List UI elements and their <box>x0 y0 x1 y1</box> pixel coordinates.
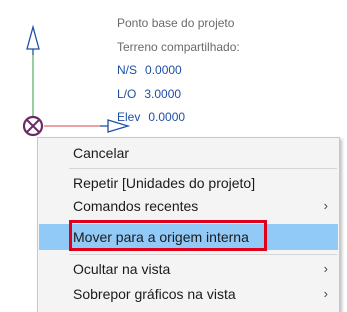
info-subtitle: Terreno compartilhado: <box>117 39 240 54</box>
context-menu: Cancelar Repetir [Unidades do projeto] C… <box>37 137 340 312</box>
coord-ns-label: N/S <box>117 63 138 77</box>
menu-item-label: Cancelar <box>73 145 130 161</box>
info-title: Ponto base do projeto <box>117 16 235 30</box>
submenu-chevron-icon: › <box>323 198 328 213</box>
menu-item-recent-commands[interactable]: Comandos recentes › <box>39 193 338 219</box>
menu-separator <box>69 254 337 255</box>
coord-elev-value[interactable]: 0.0000 <box>148 106 185 130</box>
menu-item-cancel[interactable]: Cancelar <box>39 140 338 166</box>
coord-elev-label: Elev <box>117 110 141 124</box>
menu-item-label: Ocultar na vista <box>73 261 171 277</box>
menu-item-hide-in-view[interactable]: Ocultar na vista › <box>39 256 338 282</box>
coord-lo: L/O 3.0000 <box>117 83 240 107</box>
menu-item-move-to-internal-origin[interactable]: Mover para a origem interna <box>39 224 338 250</box>
menu-item-label: Sobrepor gráficos na vista <box>73 286 236 302</box>
coord-ns-value[interactable]: 0.0000 <box>145 59 182 83</box>
base-point-icon[interactable] <box>22 115 44 137</box>
menu-item-label: Comandos recentes <box>73 198 199 214</box>
menu-item-label: Repetir [Unidades do projeto] <box>73 175 256 191</box>
coord-ns: N/S 0.0000 <box>117 59 240 83</box>
coord-lo-label: L/O <box>117 86 137 101</box>
base-point-info: Ponto base do projeto Terreno compartilh… <box>117 12 240 130</box>
menu-item-label: Mover para a origem interna <box>73 229 249 245</box>
coord-elev: Elev 0.0000 <box>117 106 240 130</box>
menu-separator <box>69 168 337 169</box>
submenu-chevron-icon: › <box>323 286 328 301</box>
y-arrow-icon[interactable] <box>26 24 40 55</box>
submenu-chevron-icon: › <box>323 261 328 276</box>
menu-item-override-graphics[interactable]: Sobrepor gráficos na vista › <box>39 281 338 307</box>
coord-lo-value[interactable]: 3.0000 <box>144 83 181 107</box>
